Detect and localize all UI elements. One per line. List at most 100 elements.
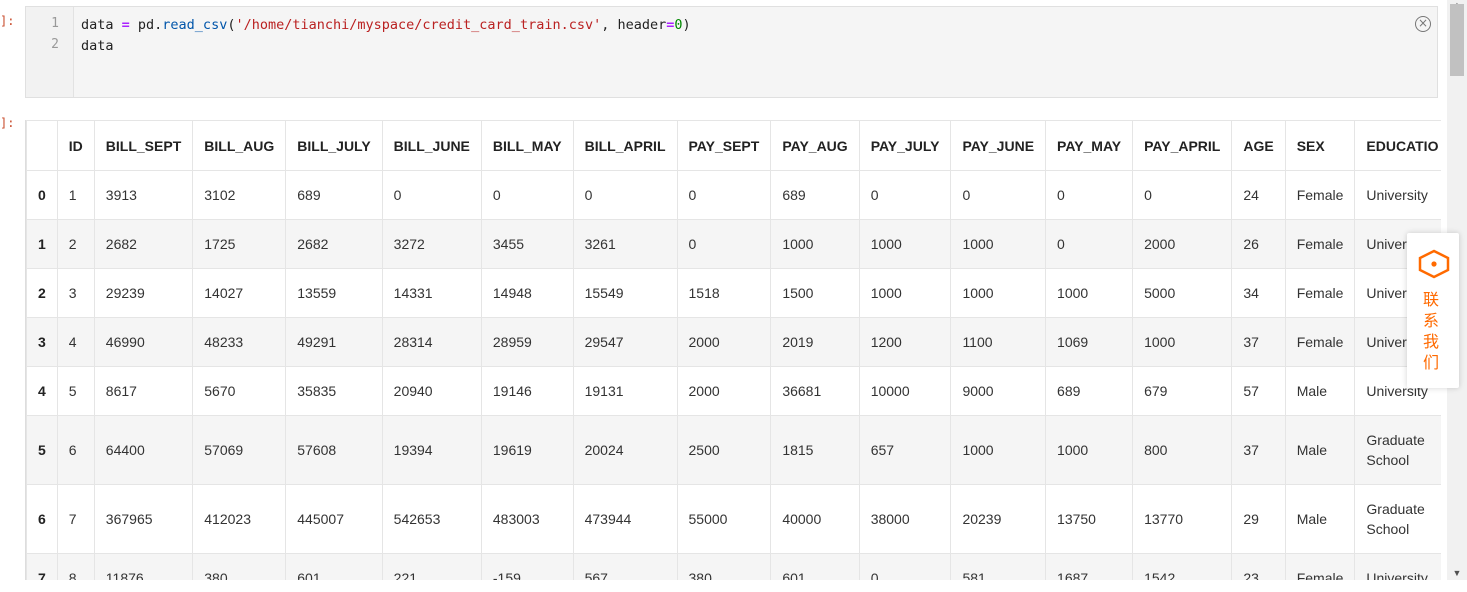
table-cell: Female	[1284, 317, 1356, 367]
table-cell: 2000	[1132, 219, 1233, 269]
table-cell: 34	[1231, 268, 1286, 318]
contact-us-label: 联系我们	[1423, 290, 1440, 372]
close-icon[interactable]: ×	[1415, 16, 1431, 32]
table-cell: 19394	[381, 415, 482, 485]
table-cell: 13559	[285, 268, 383, 318]
line-number: 1	[51, 16, 59, 31]
table-cell: 5670	[192, 366, 287, 416]
table-cell: 800	[1132, 415, 1233, 485]
table-cell: -159	[480, 553, 574, 580]
table-cell: 0	[1045, 170, 1134, 220]
code-editor[interactable]: data = pd.read_csv('/home/tianchi/myspac…	[81, 15, 691, 57]
row-index: 0	[26, 170, 58, 220]
table-cell: 1000	[1045, 415, 1134, 485]
table-cell: 1815	[770, 415, 860, 485]
table-cell: 2019	[770, 317, 860, 367]
table-cell: 0	[950, 170, 1047, 220]
table-cell: 24	[1231, 170, 1286, 220]
table-cell: 581	[950, 553, 1047, 580]
column-header: AGE	[1231, 120, 1286, 171]
table-cell: 679	[1132, 366, 1233, 416]
table-cell: 483003	[480, 484, 574, 554]
scroll-down-icon[interactable]: ▼	[1447, 568, 1467, 578]
column-header: PAY_JUNE	[950, 120, 1047, 171]
table-cell: 380	[192, 553, 287, 580]
contact-us-button[interactable]: 联系我们	[1407, 233, 1459, 388]
table-cell: 1100	[950, 317, 1047, 367]
table-cell: 1500	[770, 268, 860, 318]
column-header: BILL_JUNE	[381, 120, 482, 171]
scroll-thumb[interactable]	[1450, 4, 1464, 76]
table-cell: 28959	[480, 317, 574, 367]
table-cell: 38000	[858, 484, 952, 554]
table-cell: 35835	[285, 366, 383, 416]
table-cell: 57069	[192, 415, 287, 485]
table-row: 7 8 11876 380 601 221 -159 567 380 601 0 581 1687 154…	[26, 553, 1441, 580]
table-cell: 20940	[381, 366, 482, 416]
table-cell: 55000	[676, 484, 772, 554]
table-cell: 412023	[192, 484, 287, 554]
column-header: ID	[56, 120, 95, 171]
table-cell: 20239	[950, 484, 1047, 554]
table-cell: 29239	[93, 268, 194, 318]
table-cell: 1000	[858, 219, 952, 269]
table-cell: 3261	[572, 219, 678, 269]
column-header: BILL_APRIL	[572, 120, 678, 171]
table-cell: 689	[285, 170, 383, 220]
row-index: 4	[26, 366, 58, 416]
table-cell: 14331	[381, 268, 482, 318]
table-row: 5 6 64400 57069 57608 19394 19619 20024 2500 1815…	[26, 415, 1441, 485]
table-cell: 1	[56, 170, 95, 220]
table-cell: University	[1354, 170, 1441, 220]
table-cell: 3913	[93, 170, 194, 220]
table-row: 4 5 8617 5670 35835 20940 19146 19131 2000 36681 1…	[26, 366, 1441, 416]
table-cell: 7	[56, 484, 95, 554]
row-index: 2	[26, 268, 58, 318]
table-cell: 1069	[1045, 317, 1134, 367]
column-header: PAY_APRIL	[1132, 120, 1233, 171]
table-cell: 2	[56, 219, 95, 269]
table-cell: 1000	[858, 268, 952, 318]
dataframe-output[interactable]: ID BILL_SEPT BILL_AUG BILL_JULY BILL_JUNE BIL…	[25, 120, 1441, 580]
table-cell: Female	[1284, 553, 1356, 580]
table-cell: Graduate School	[1354, 484, 1441, 554]
table-cell: 0	[1045, 219, 1134, 269]
row-index: 6	[26, 484, 58, 554]
table-cell: 29547	[572, 317, 678, 367]
table-cell: University	[1354, 553, 1441, 580]
table-cell: 49291	[285, 317, 383, 367]
table-cell: 36681	[770, 366, 860, 416]
table-cell: Male	[1284, 366, 1356, 416]
dataframe-table: ID BILL_SEPT BILL_AUG BILL_JULY BILL_JUNE BIL…	[26, 120, 1441, 580]
table-cell: 19619	[480, 415, 574, 485]
table-cell: 2500	[676, 415, 772, 485]
table-cell: 64400	[93, 415, 194, 485]
table-cell: 1000	[1045, 268, 1134, 318]
table-cell: 6	[56, 415, 95, 485]
table-cell: 1542	[1132, 553, 1233, 580]
code-line-2: data	[81, 38, 114, 54]
table-cell: 0	[676, 170, 772, 220]
row-index: 5	[26, 415, 58, 485]
table-cell: 1518	[676, 268, 772, 318]
line-number-gutter: 1 2	[26, 7, 74, 97]
table-cell: 57	[1231, 366, 1286, 416]
column-header: SEX	[1284, 120, 1356, 171]
table-cell: 37	[1231, 415, 1286, 485]
row-index: 3	[26, 317, 58, 367]
column-header: BILL_MAY	[480, 120, 574, 171]
table-cell: 5	[56, 366, 95, 416]
code-cell[interactable]: 1 2 data = pd.read_csv('/home/tianchi/my…	[25, 6, 1438, 98]
column-header: PAY_SEPT	[676, 120, 772, 171]
table-cell: Female	[1284, 219, 1356, 269]
table-cell: 23	[1231, 553, 1286, 580]
table-row: 1 2 2682 1725 2682 3272 3455 3261 0 1000 1000 1000 0…	[26, 219, 1441, 269]
table-cell: 2682	[285, 219, 383, 269]
output-prompt: ]:	[0, 116, 15, 130]
table-cell: 48233	[192, 317, 287, 367]
table-cell: 26	[1231, 219, 1286, 269]
table-header-row: ID BILL_SEPT BILL_AUG BILL_JULY BILL_JUNE BIL…	[26, 120, 1441, 171]
table-cell: 1000	[1132, 317, 1233, 367]
table-cell: 1687	[1045, 553, 1134, 580]
table-cell: 0	[858, 553, 952, 580]
